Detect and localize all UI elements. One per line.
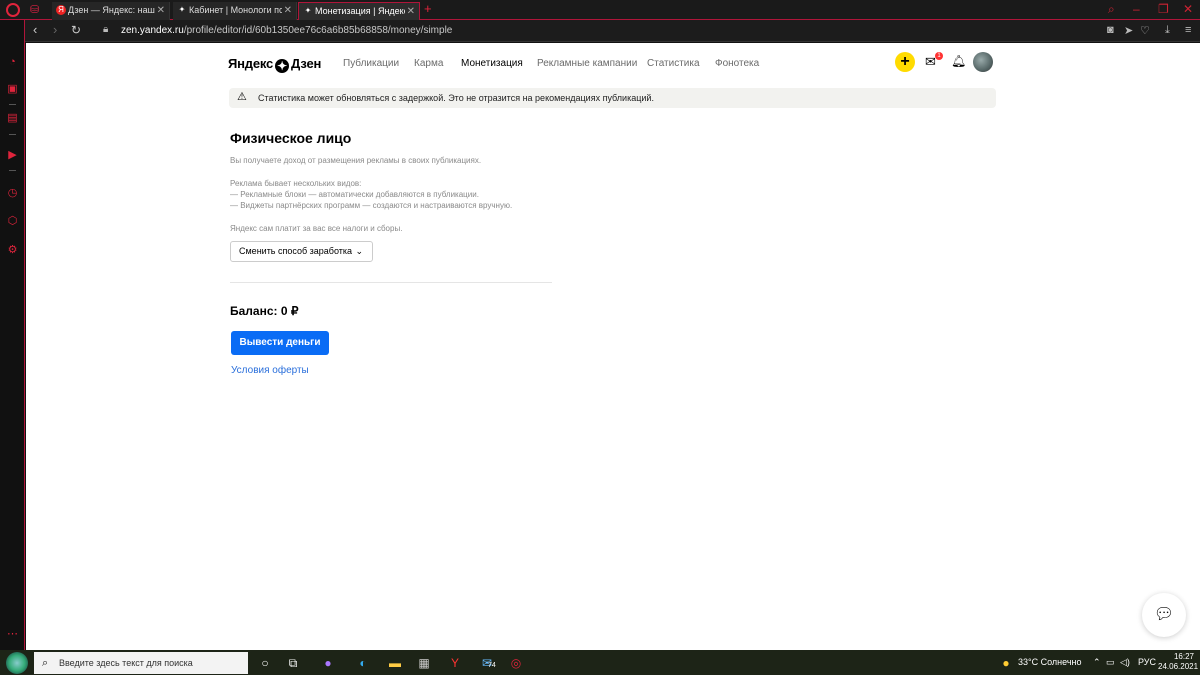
- notification-badge: 1: [935, 52, 943, 60]
- restore-icon[interactable]: ❐: [1158, 2, 1169, 16]
- more-icon[interactable]: ⋯: [6, 628, 19, 641]
- warning-banner: ⚠ Статистика может обновляться с задержк…: [229, 88, 996, 108]
- camera-icon[interactable]: ◙: [1107, 24, 1114, 36]
- intro-text: Вы получаете доход от размещения рекламы…: [230, 156, 482, 165]
- task-view-icon[interactable]: ⧉: [285, 655, 301, 671]
- offer-terms-link[interactable]: Условия оферты: [231, 365, 309, 376]
- tray-chevron-icon[interactable]: ⌃: [1093, 657, 1101, 668]
- new-tab-button[interactable]: +: [424, 1, 432, 16]
- close-icon[interactable]: ✕: [157, 2, 165, 19]
- player-icon[interactable]: ▶: [6, 149, 19, 162]
- browser-window: ⛁ Я Дзен — Яндекс: нашлось ✕ ✦ Кабинет |…: [0, 0, 1200, 650]
- address-bar: ‹ › ↻ 🔒︎ zen.yandex.ru/profile/editor/id…: [25, 20, 1200, 42]
- url-field[interactable]: zen.yandex.ru/profile/editor/id/60b1350e…: [121, 25, 452, 36]
- tab-cabinet[interactable]: ✦ Кабинет | Монологи псих ✕: [173, 2, 297, 20]
- change-method-button[interactable]: Сменить способ заработка ⌄: [230, 241, 373, 262]
- chat-support-icon[interactable]: 💬︎: [1142, 593, 1186, 637]
- opera-menu-icon[interactable]: [6, 3, 20, 17]
- avatar[interactable]: [973, 52, 993, 72]
- browser-sidebar: ◔ ▣ ▤ ▶ ◷ ⬡ ⚙ ⋯: [0, 20, 25, 650]
- bag-icon[interactable]: ▣: [6, 83, 19, 96]
- sidebar-separator: [9, 170, 16, 171]
- yandex-browser-icon[interactable]: Y: [447, 655, 463, 671]
- menu-icon[interactable]: ≡: [1185, 24, 1191, 36]
- tab-monetization[interactable]: ✦ Монетизация | Яндекс Дз ✕: [298, 2, 420, 20]
- sun-icon[interactable]: ●: [998, 655, 1014, 671]
- menu-publications[interactable]: Публикации: [343, 58, 399, 69]
- warning-icon: ⚠: [237, 91, 247, 103]
- opera-taskbar-icon[interactable]: ◎: [508, 655, 524, 671]
- withdraw-button[interactable]: Вывести деньги: [231, 331, 329, 355]
- yandex-icon: Я: [56, 5, 66, 15]
- weather-text[interactable]: 33°C Солнечно: [1018, 657, 1082, 667]
- twitch-icon[interactable]: ▤: [6, 112, 19, 125]
- menu-monetization[interactable]: Монетизация: [461, 58, 523, 69]
- history-icon[interactable]: ◷: [6, 187, 19, 200]
- speed-dial-icon[interactable]: ◔: [6, 56, 19, 69]
- clock[interactable]: 16:27 24.06.2021: [1158, 652, 1198, 672]
- lock-icon[interactable]: 🔒︎: [103, 24, 108, 35]
- tab-bar: ⛁ Я Дзен — Яндекс: нашлось ✕ ✦ Кабинет |…: [0, 0, 1200, 20]
- bell-icon[interactable]: 🔔︎: [951, 54, 966, 68]
- search-icon: ⌕: [42, 657, 49, 669]
- close-window-icon[interactable]: ✕: [1183, 2, 1193, 16]
- forward-icon[interactable]: ›: [53, 23, 57, 37]
- back-icon[interactable]: ‹: [33, 23, 37, 37]
- close-icon[interactable]: ✕: [284, 2, 292, 19]
- create-button[interactable]: +: [895, 52, 915, 72]
- start-button[interactable]: [6, 652, 28, 674]
- menu-statistics[interactable]: Статистика: [647, 58, 700, 69]
- ads-item-widgets: — Виджеты партнёрских программ — создают…: [230, 201, 513, 210]
- ads-item-blocks: — Рекламные блоки — автоматически добавл…: [230, 190, 479, 199]
- heart-icon[interactable]: ♡: [1140, 24, 1150, 37]
- network-icon[interactable]: ▭: [1106, 657, 1115, 668]
- chevron-down-icon: ⌄: [355, 246, 363, 256]
- tab-yandex-search[interactable]: Я Дзен — Яндекс: нашлось ✕: [52, 2, 170, 20]
- taskbar-search-input[interactable]: ⌕ Введите здесь текст для поиска: [34, 652, 248, 674]
- zen-icon: ✦: [178, 5, 186, 14]
- mail-badge: 74: [488, 662, 496, 669]
- edge-icon[interactable]: ◐: [355, 655, 371, 671]
- page-content: Яндекс ✦ Дзен Публикации Карма Монетизация…: [26, 43, 1200, 650]
- close-icon[interactable]: ✕: [407, 3, 415, 20]
- windows-taskbar: ⌕ Введите здесь текст для поиска ○ ⧉ ● ◐…: [0, 650, 1200, 675]
- sidebar-separator: [9, 134, 16, 135]
- divider: [230, 282, 552, 283]
- send-icon[interactable]: ➤: [1124, 24, 1133, 37]
- taxes-text: Яндекс сам платит за вас все налоги и сб…: [230, 224, 403, 233]
- search-tabs-icon[interactable]: ⌕: [1108, 2, 1115, 17]
- minimize-icon[interactable]: –: [1133, 2, 1140, 16]
- download-icon[interactable]: ⤓: [1165, 24, 1170, 37]
- zen-icon: ✦: [304, 6, 312, 15]
- ads-heading: Реклама бывает нескольких видов:: [230, 179, 362, 188]
- volume-icon[interactable]: ◁): [1120, 657, 1130, 668]
- page-title: Физическое лицо: [230, 130, 352, 146]
- zen-star-icon: ✦: [275, 59, 290, 73]
- reload-icon[interactable]: ↻: [71, 23, 81, 37]
- balance-text: Баланс: 0 ₽: [230, 304, 299, 318]
- alice-icon[interactable]: ●: [320, 655, 336, 671]
- menu-karma[interactable]: Карма: [414, 58, 443, 69]
- language-indicator[interactable]: РУС: [1138, 657, 1156, 667]
- explorer-icon[interactable]: ▬: [387, 655, 403, 671]
- menu-ad-campaigns[interactable]: Рекламные кампании: [537, 58, 637, 69]
- cortana-icon[interactable]: ○: [257, 655, 273, 671]
- zen-logo[interactable]: Яндекс ✦ Дзен: [228, 56, 321, 73]
- store-icon[interactable]: ▦: [416, 655, 432, 671]
- settings-icon[interactable]: ⚙: [6, 244, 19, 257]
- gamepad-icon[interactable]: ⛁: [30, 4, 39, 16]
- extensions-icon[interactable]: ⬡: [6, 215, 19, 228]
- menu-phonoteka[interactable]: Фонотека: [715, 58, 759, 69]
- sidebar-separator: [9, 104, 16, 105]
